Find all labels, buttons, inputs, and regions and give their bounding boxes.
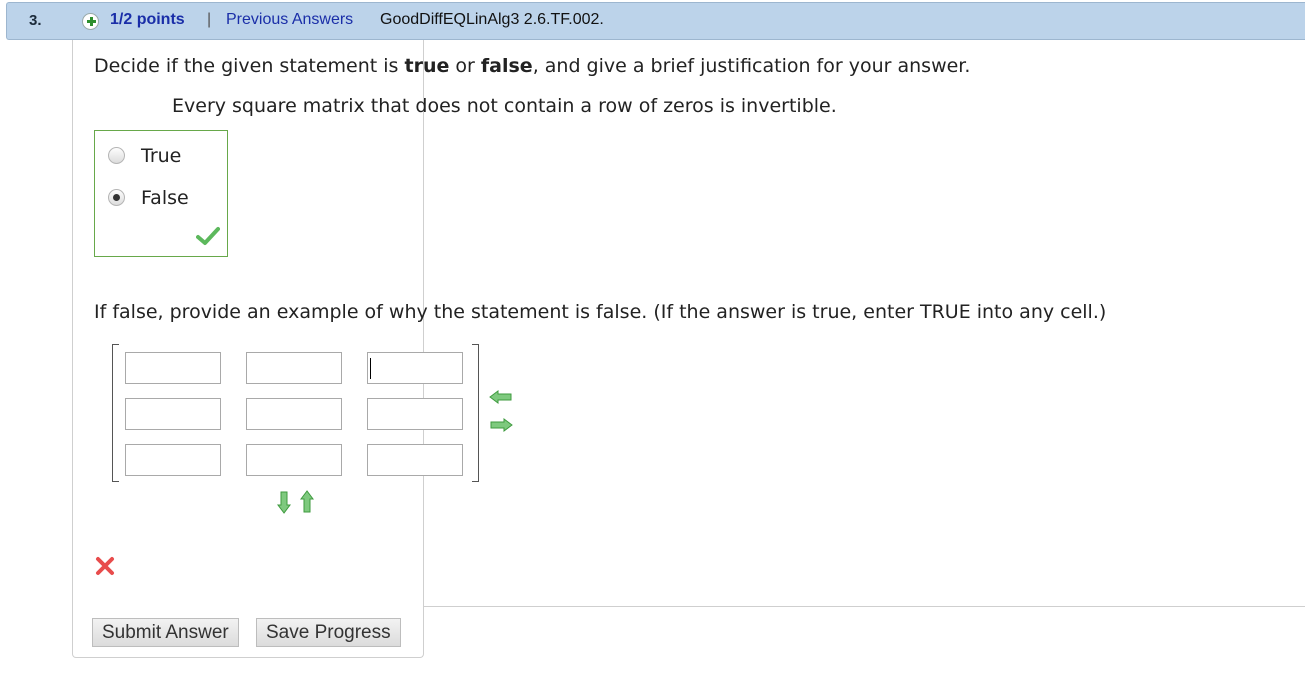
matrix-cell-r3c3[interactable] <box>367 444 463 476</box>
arrow-left-icon[interactable] <box>489 390 513 404</box>
matrix-left-bracket <box>112 344 119 482</box>
arrow-right-icon[interactable] <box>489 418 513 432</box>
matrix-right-bracket <box>472 344 479 482</box>
checkmark-icon <box>196 227 220 245</box>
prompt-true-word: true <box>404 55 450 77</box>
matrix-cell-r3c2[interactable] <box>246 444 342 476</box>
prompt-text-start: Decide if the given statement is <box>94 55 405 77</box>
prompt-text-end: , and give a brief justification for you… <box>532 55 971 77</box>
matrix-cell-r1c3[interactable] <box>367 352 463 384</box>
previous-answers-link[interactable]: Previous Answers <box>226 11 353 29</box>
arrow-down-icon[interactable] <box>277 490 291 514</box>
prompt-text-or: or <box>449 55 481 77</box>
choice-true-label: True <box>141 145 182 167</box>
matrix-cell-r3c1[interactable] <box>125 444 221 476</box>
matrix-cell-r2c3[interactable] <box>367 398 463 430</box>
followup-instructions: If false, provide an example of why the … <box>94 301 1107 323</box>
choice-false-label: False <box>141 187 189 209</box>
statement-text: Every square matrix that does not contai… <box>172 95 837 117</box>
question-header: 3. 1/2 points | Previous Answers GoodDif… <box>6 2 1305 40</box>
save-progress-button[interactable]: Save Progress <box>256 618 401 647</box>
text-cursor <box>370 358 371 379</box>
radio-true[interactable] <box>108 147 125 164</box>
question-prompt: Decide if the given statement is true or… <box>94 55 970 77</box>
arrow-up-icon[interactable] <box>300 490 314 514</box>
x-mark-icon <box>96 557 114 575</box>
matrix-cell-r1c2[interactable] <box>246 352 342 384</box>
matrix-cell-r2c1[interactable] <box>125 398 221 430</box>
prompt-false-word: false <box>480 55 533 77</box>
radio-false[interactable] <box>108 189 125 206</box>
question-number: 3. <box>29 12 42 29</box>
header-separator: | <box>207 11 212 28</box>
matrix-cell-r1c1[interactable] <box>125 352 221 384</box>
submit-answer-button[interactable]: Submit Answer <box>92 618 239 647</box>
question-id: GoodDiffEQLinAlg3 2.6.TF.002. <box>380 11 604 28</box>
divider-line <box>423 606 1305 607</box>
points-link[interactable]: 1/2 points <box>110 11 185 29</box>
plus-circle-icon <box>82 13 99 30</box>
matrix-cell-r2c2[interactable] <box>246 398 342 430</box>
